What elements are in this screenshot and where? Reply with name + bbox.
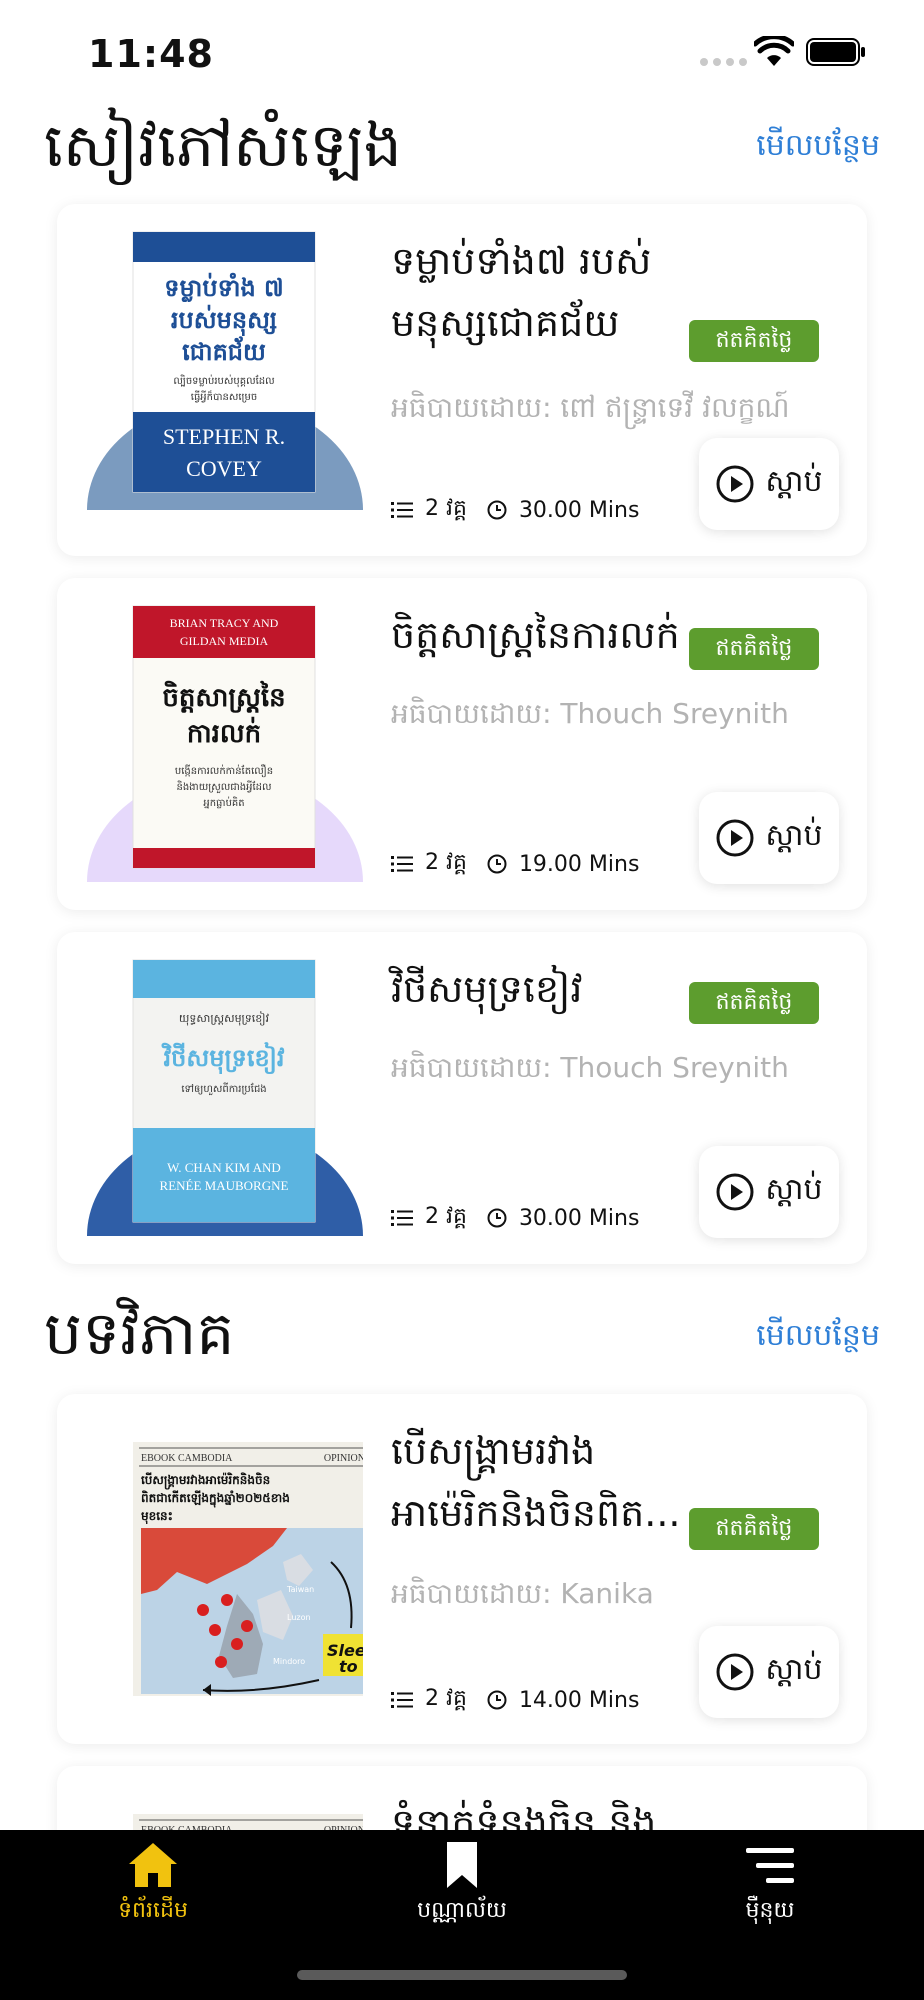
play-circle-icon [716,1173,754,1211]
list-icon [391,1692,413,1708]
map-label: Taiwan [286,1585,314,1594]
cover-title-line: មុខនេះ [141,1509,173,1525]
listen-button[interactable]: ស្តាប់ [699,1626,839,1718]
card-title[interactable]: ចិត្តសាស្រ្តនៃការលក់ [391,604,711,666]
cover-title-line: របស់មនុស្ស [171,304,277,337]
articles-section-header: បទវិភាគ មើលបន្ថែម [44,1296,880,1376]
articles-see-more-link[interactable]: មើលបន្ថែម [756,1316,880,1360]
tab-menu-label: ម៉ឺនុយ [745,1898,795,1923]
free-badge: ឥតគិតថ្លៃ [689,1508,819,1550]
narrator-text: អធិបាយដោយ: Thouch Sreynith [391,1051,789,1084]
free-badge: ឥតគិតថ្លៃ [689,320,819,362]
episode-count: 2 វគ្គ [425,850,467,875]
cover-subtitle-line: ទៅឲ្យហួសពីការប្រជែង [181,1082,266,1096]
list-icon [391,856,413,872]
cover-title-line: ចិត្តសាស្ត្រនៃ [162,680,285,713]
cover-author-line: W. CHAN KIM AND [167,1160,281,1175]
listen-button[interactable]: ស្តាប់ [699,1146,839,1238]
cover-title-line: ការលក់ [187,716,261,749]
audiobooks-see-more-link[interactable]: មើលបន្ថែម [756,126,880,170]
card-meta: 2 វគ្គ 30.00 Mins [391,1202,639,1234]
audiobooks-section-title: សៀវភៅសំឡេង [44,111,402,181]
free-badge: ឥតគិតថ្លៃ [689,982,819,1024]
clock-icon [487,1690,507,1710]
home-icon [129,1843,177,1887]
card-meta: 2 វគ្គ 30.00 Mins [391,494,639,526]
cover-brand: EBOOK CAMBODIA [141,1453,233,1464]
cover-subtitle-line: បង្កើនការលក់កាន់តែលឿន [175,764,273,778]
duration-text: 30.00 Mins [518,1205,640,1231]
audiobook-card[interactable]: យុទ្ធសាស្ត្រសមុទ្រខៀវ វិថីសមុទ្រខៀវ ទៅឲ្… [57,932,867,1264]
card-meta: 2 វគ្គ 14.00 Mins [391,1684,639,1716]
list-icon [391,502,413,518]
cover-subtitle-line: និងងាយស្រួលជាងអ្វីដែល [176,780,271,794]
map-label: Mindoro [273,1657,305,1666]
tab-home-label: ទំព័រដើម [118,1898,188,1923]
cover-title-line: ជោគជ័យ [182,336,266,366]
play-circle-icon [716,465,754,503]
tab-menu[interactable]: ម៉ឺនុយ [670,1840,870,1928]
card-title[interactable]: ទម្លាប់ទាំង៧ របស់មនុស្សជោគជ័យ [391,230,661,354]
audiobook-card[interactable]: BRIAN TRACY AND GILDAN MEDIA ចិត្តសាស្ត្… [57,578,867,910]
episode-count: 2 វគ្គ [425,1686,467,1711]
menu-icon [746,1848,794,1883]
listen-label: ស្តាប់ [765,1172,823,1207]
cover-author-line: STEPHEN R. [163,424,285,449]
tab-library[interactable]: បណ្ណាល័យ [362,1840,562,1928]
cover-subtitle-line: អ្នកធ្លាប់គិត [203,796,244,809]
listen-button[interactable]: ស្តាប់ [699,438,839,530]
audiobooks-section-header: សៀវភៅសំឡេង មើលបន្ថែម [44,108,880,188]
cellular-signal-icon [700,58,747,66]
articles-section-title: បទវិភាគ [44,1299,235,1369]
narrator-text: អធិបាយដោយ: Kanika [391,1577,654,1610]
cover-title-line: ទម្លាប់ទាំង ៧ [164,272,283,303]
battery-icon [806,38,865,66]
listen-label: ស្តាប់ [765,464,823,499]
cover-author-line: COVEY [186,456,262,481]
episode-count: 2 វគ្គ [425,496,467,521]
episode-count: 2 វគ្គ [425,1204,467,1229]
cover-title-line: វិថីសមុទ្រខៀវ [161,1042,285,1075]
card-title[interactable]: វិថីសមុទ្រខៀវ [391,958,711,1020]
list-icon [391,1210,413,1226]
clock-icon [487,500,507,520]
duration-text: 30.00 Mins [518,497,640,523]
audiobook-card[interactable]: ទម្លាប់ទាំង ៧ របស់មនុស្ស ជោគជ័យ ល្បិចទម្… [57,204,867,556]
narrator-text: អធិបាយដោយ: ពៅ ឥន្ទ្រាទេវី វលក្ខណ៍ [391,391,790,424]
listen-button[interactable]: ស្តាប់ [699,792,839,884]
cover-subtitle-line: ល្បិចទម្លាប់របស់បុគ្គលដែល [173,374,275,388]
duration-text: 19.00 Mins [518,851,640,877]
book-cover: យុទ្ធសាស្ត្រសមុទ្រខៀវ វិថីសមុទ្រខៀវ ទៅឲ្… [87,932,363,1264]
cover-subtitle-line: ធ្វើអ្វីក៏បានសម្រេច [191,390,257,403]
wifi-icon [754,36,794,66]
cover-author-line: RENÉE MAUBORGNE [160,1178,289,1193]
card-title[interactable]: បើសង្គ្រាមរវាងអាម៉េរិកនិងចិនពិត... [391,1420,681,1544]
clock-icon [487,1208,507,1228]
clock-icon [487,854,507,874]
narrator-text: អធិបាយដោយ: Thouch Sreynith [391,697,789,730]
book-cover: ទម្លាប់ទាំង ៧ របស់មនុស្ស ជោគជ័យ ល្បិចទម្… [87,204,363,556]
status-time: 11:48 [88,32,214,76]
play-circle-icon [716,819,754,857]
listen-label: ស្តាប់ [765,818,823,853]
free-badge: ឥតគិតថ្លៃ [689,628,819,670]
article-card[interactable]: EBOOK CAMBODIA OPINION បើសង្គ្រាមរវាងអាម… [57,1394,867,1744]
play-circle-icon [716,1653,754,1691]
cover-tag: OPINION [324,1453,363,1464]
map-label: Luzon [287,1613,311,1622]
cover-header-line: GILDAN MEDIA [180,634,269,648]
listen-label: ស្តាប់ [765,1652,823,1687]
book-cover: BRIAN TRACY AND GILDAN MEDIA ចិត្តសាស្ត្… [87,578,363,910]
cover-header-line: BRIAN TRACY AND [170,616,279,630]
bookmark-icon [447,1842,477,1888]
duration-text: 14.00 Mins [518,1687,640,1713]
status-bar: 11:48 [0,0,924,104]
tab-library-label: បណ្ណាល័យ [417,1898,507,1923]
card-meta: 2 វគ្គ 19.00 Mins [391,848,639,880]
cover-header-line: យុទ្ធសាស្ត្រសមុទ្រខៀវ [179,1011,270,1026]
home-indicator [297,1970,627,1980]
map-label: to [339,1657,358,1676]
tab-home[interactable]: ទំព័រដើម [53,1840,253,1928]
article-cover: EBOOK CAMBODIA OPINION បើសង្គ្រាមរវាងអាម… [87,1394,363,1744]
